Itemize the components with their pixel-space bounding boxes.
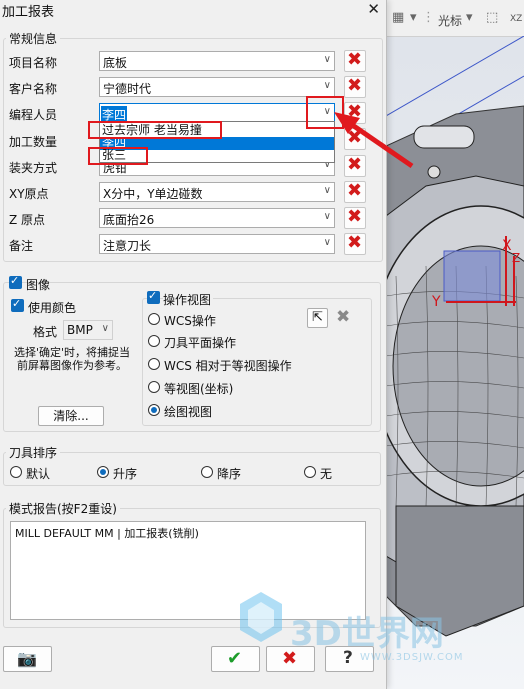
delete-x-icon: ✖ bbox=[347, 49, 363, 70]
delete-x-icon: ✖ bbox=[347, 75, 363, 96]
operation-view-checkbox[interactable] bbox=[147, 289, 160, 304]
camera-icon: 📷 bbox=[17, 649, 37, 668]
z-origin-combo[interactable]: 底面抬26 ∨ bbox=[99, 208, 335, 228]
checkmark-icon: ✔ bbox=[227, 648, 243, 669]
view-radio-wcs-iso[interactable] bbox=[148, 358, 160, 370]
grid-icon[interactable]: ▦ bbox=[392, 10, 404, 25]
programmer-label: 编程人员 bbox=[9, 108, 58, 122]
sort-option-label: 默认 bbox=[26, 467, 51, 481]
sort-radio-none[interactable] bbox=[304, 466, 316, 478]
use-color-label: 使用颜色 bbox=[28, 301, 77, 315]
customer-name-label: 客户名称 bbox=[9, 82, 58, 96]
project-name-label: 项目名称 bbox=[9, 56, 58, 70]
annotation-box-option-3 bbox=[88, 147, 148, 165]
view-option-label: WCS 相对于等视图操作 bbox=[164, 359, 292, 373]
view-radio-iso-coord[interactable] bbox=[148, 381, 160, 393]
watermark-brand: 3D世界网 bbox=[290, 614, 444, 654]
camera-button[interactable]: 📷 bbox=[3, 646, 52, 672]
watermark-url: WWW.3DSJW.COM bbox=[360, 652, 464, 663]
view-radio-drawing[interactable] bbox=[148, 404, 160, 416]
chevron-down-icon[interactable]: ∨ bbox=[324, 80, 331, 91]
dropdown-arrow-icon[interactable]: ▾ bbox=[466, 10, 473, 25]
clear-customer-name-button[interactable]: ✖ bbox=[344, 75, 366, 98]
sort-option-label: 降序 bbox=[217, 467, 242, 481]
chevron-down-icon[interactable]: ∨ bbox=[324, 185, 331, 196]
cursor-arrow-icon: ⇱ bbox=[312, 310, 323, 325]
dropdown-arrow-icon[interactable]: ▾ bbox=[410, 10, 417, 25]
sort-radio-descending[interactable] bbox=[201, 466, 213, 478]
view-cube-icon[interactable]: ⬚ bbox=[486, 10, 498, 25]
chevron-down-icon[interactable]: ∨ bbox=[324, 237, 331, 248]
dialog-title: 加工报表 bbox=[2, 5, 55, 20]
quantity-label: 加工数量 bbox=[9, 135, 58, 149]
general-info-label: 常规信息 bbox=[6, 30, 61, 47]
notes-label: 备注 bbox=[9, 239, 34, 253]
xy-origin-label: XY原点 bbox=[9, 187, 49, 201]
pick-view-button[interactable]: ⇱ bbox=[307, 308, 328, 328]
programmer-combo[interactable]: 李四 ∨ bbox=[99, 103, 335, 123]
delete-x-icon: ✖ bbox=[347, 232, 363, 253]
project-name-combo[interactable]: 底板 ∨ bbox=[99, 51, 335, 71]
viewport-toolbar: ▦ ▾ ⋮ 光标 ▾ ⬚ XZ bbox=[386, 0, 524, 37]
clear-z-origin-button[interactable]: ✖ bbox=[344, 206, 366, 229]
chevron-down-icon[interactable]: ∨ bbox=[324, 211, 331, 222]
operation-view-label: 操作视图 bbox=[163, 291, 214, 308]
use-color-checkbox[interactable] bbox=[11, 297, 24, 312]
format-label: 格式 bbox=[33, 325, 58, 339]
axis-orientation-label: XZ bbox=[510, 14, 523, 24]
view-option-label: 绘图视图 bbox=[164, 405, 213, 419]
ok-button[interactable]: ✔ bbox=[211, 646, 260, 672]
delete-x-icon: ✖ bbox=[347, 180, 363, 201]
view-option-label: 刀具平面操作 bbox=[164, 336, 237, 350]
customer-name-combo[interactable]: 宁德时代 ∨ bbox=[99, 77, 335, 97]
view-option-label: 等视图(坐标) bbox=[164, 382, 234, 396]
notes-combo[interactable]: 注意刀长 ∨ bbox=[99, 234, 335, 254]
clear-project-name-button[interactable]: ✖ bbox=[344, 49, 366, 72]
view-radio-tool-plane[interactable] bbox=[148, 335, 160, 347]
view-radio-wcs[interactable] bbox=[148, 313, 160, 325]
dialog-titlebar[interactable]: 加工报表 ✕ bbox=[0, 0, 386, 20]
clamping-method-label: 装夹方式 bbox=[9, 161, 58, 175]
image-checkbox[interactable] bbox=[9, 274, 22, 289]
annotation-arrow bbox=[334, 112, 414, 169]
clear-xy-origin-button[interactable]: ✖ bbox=[344, 180, 366, 203]
xy-origin-combo[interactable]: X分中，Y单边碰数 ∨ bbox=[99, 182, 335, 202]
separator-icon: ⋮ bbox=[422, 10, 435, 25]
view-option-label: WCS操作 bbox=[164, 314, 216, 328]
close-icon[interactable]: ✕ bbox=[367, 0, 380, 18]
chevron-down-icon[interactable]: ∨ bbox=[102, 323, 109, 334]
chevron-down-icon[interactable]: ∨ bbox=[324, 54, 331, 65]
clear-notes-button[interactable]: ✖ bbox=[344, 232, 366, 255]
tool-sort-label: 刀具排序 bbox=[6, 444, 61, 461]
clear-image-button[interactable]: 清除... bbox=[38, 406, 104, 426]
format-combo[interactable]: BMP ∨ bbox=[63, 320, 113, 340]
sort-radio-ascending[interactable] bbox=[97, 466, 109, 478]
x-axis-label: X bbox=[502, 238, 512, 254]
sort-option-label: 升序 bbox=[113, 467, 138, 481]
cursor-mode-label[interactable]: 光标 bbox=[438, 12, 462, 29]
report-mode-label: 模式报告(按F2重设) bbox=[6, 500, 120, 517]
y-axis-label: Y bbox=[431, 294, 441, 310]
z-origin-label: Z 原点 bbox=[9, 213, 46, 227]
watermark-cube-icon bbox=[240, 592, 282, 642]
delete-x-icon: ✖ bbox=[347, 206, 363, 227]
annotation-box-option-1 bbox=[88, 121, 222, 139]
clear-view-icon[interactable]: ✖ bbox=[336, 307, 350, 327]
sort-radio-default[interactable] bbox=[10, 466, 22, 478]
z-axis-label: Z bbox=[512, 251, 520, 265]
sort-option-label: 无 bbox=[320, 467, 333, 481]
capture-hint-text: 选择'确定'时，将捕捉当前屏幕图像作为参考。 bbox=[13, 346, 131, 372]
image-label: 图像 bbox=[26, 278, 51, 292]
